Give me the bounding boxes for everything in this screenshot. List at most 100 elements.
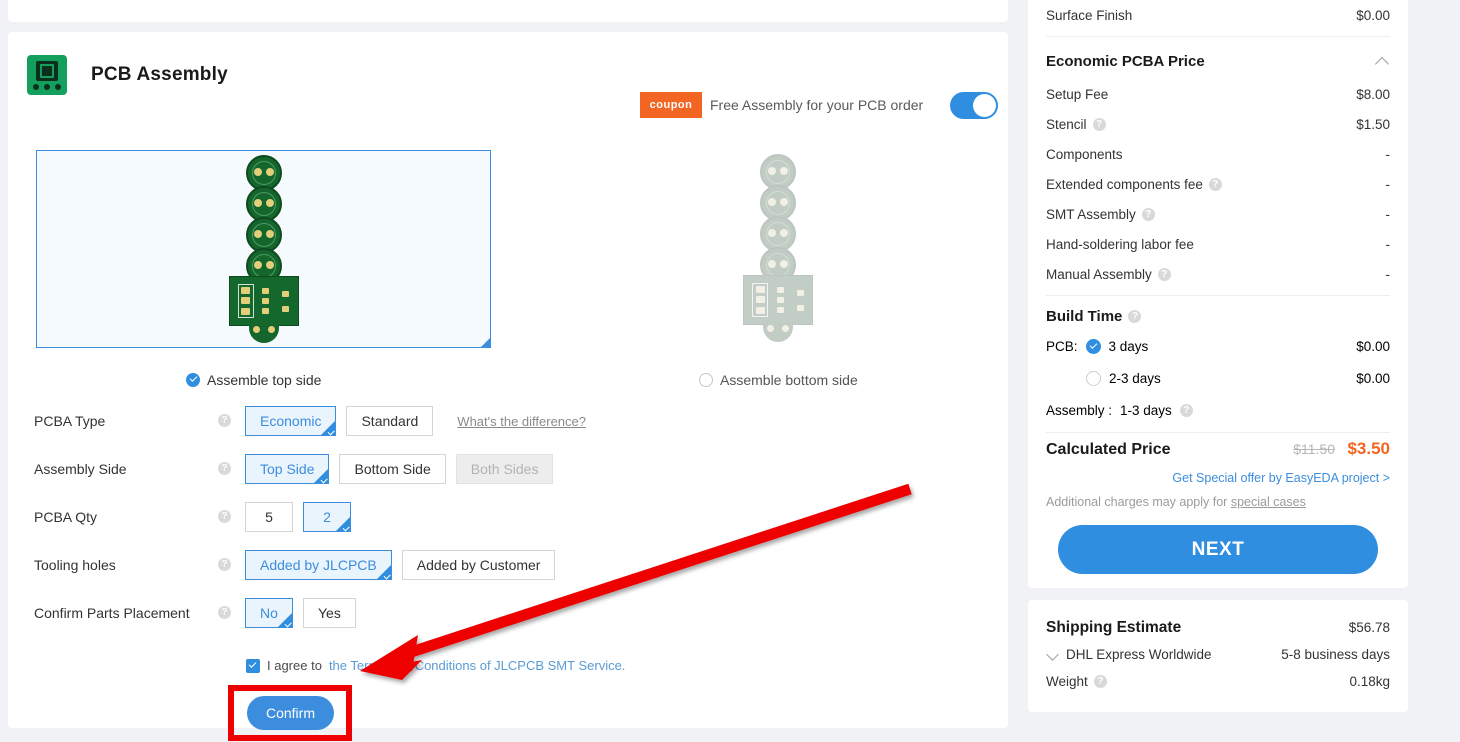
row-components: Components - (1046, 139, 1390, 169)
label-manual-assembly: Manual Assembly (1046, 266, 1152, 282)
option-qty-5[interactable]: 5 (245, 502, 293, 532)
row-assembly-side: Assembly Side ? Top Side Bottom Side Bot… (8, 454, 1008, 484)
row-hand-soldering-labor-fee: Hand-soldering labor fee - (1046, 229, 1390, 259)
check-icon (328, 427, 335, 435)
divider (1046, 36, 1390, 37)
card-header: PCB Assembly coupon Free Assembly for yo… (8, 32, 1008, 119)
terms-agreement-row: I agree to the Terms and Conditions of J… (246, 658, 625, 673)
label-components: Components (1046, 146, 1123, 162)
option-economic[interactable]: Economic (245, 406, 337, 436)
assembly-time-row: Assembly : 1-3 days ? (1046, 394, 1390, 426)
controls-pcba-qty: 5 2 (245, 502, 351, 532)
option-no[interactable]: No (245, 598, 293, 628)
controls-pcba-type: Economic Standard What's the difference? (245, 406, 586, 436)
help-icon-assembly-side[interactable]: ? (218, 462, 231, 475)
option-top-side-label: Top Side (260, 461, 315, 477)
label-2-3-days: 2-3 days (1109, 370, 1161, 386)
option-standard[interactable]: Standard (346, 406, 434, 436)
option-both-sides-label: Both Sides (470, 461, 539, 477)
controls-tooling-holes: Added by JLCPCB Added by Customer (245, 550, 556, 580)
build-time-header: Build Time ? (1046, 302, 1390, 330)
value-3-days: $0.00 (1356, 338, 1390, 354)
chevron-down-icon[interactable] (1046, 648, 1060, 662)
row-stencil: Stencil ? $1.50 (1046, 109, 1390, 139)
option-added-by-jlcpcb-label: Added by JLCPCB (260, 557, 377, 573)
radio-assemble-bottom-side[interactable]: Assemble bottom side (699, 372, 858, 388)
radio-selected-icon (1085, 338, 1101, 354)
radio-assemble-top-side[interactable]: Assemble top side (186, 372, 321, 388)
pcb-preview-bottom-side[interactable] (698, 150, 858, 348)
help-icon-weight[interactable]: ? (1093, 675, 1107, 688)
option-yes-label: Yes (318, 605, 341, 621)
option-added-by-customer-label: Added by Customer (416, 557, 541, 573)
confirm-button[interactable]: Confirm (247, 696, 334, 730)
assemble-side-radios: Assemble top side Assemble bottom side (8, 372, 1008, 390)
radio-label-bottom: Assemble bottom side (720, 372, 858, 388)
agree-checkbox[interactable] (246, 658, 260, 673)
divider (1046, 432, 1390, 433)
help-icon-build-time[interactable]: ? (1128, 309, 1142, 323)
help-icon-assembly-time[interactable]: ? (1179, 403, 1193, 417)
free-assembly-toggle[interactable] (950, 92, 998, 119)
pcb-render-bottom (718, 150, 838, 345)
pcb-preview-top-side[interactable] (36, 150, 491, 348)
shipping-estimate-header: Shipping Estimate $56.78 (1046, 614, 1390, 641)
help-icon-confirm-parts[interactable]: ? (218, 606, 231, 619)
next-button[interactable]: NEXT (1058, 525, 1378, 574)
option-top-side[interactable]: Top Side (245, 454, 330, 484)
terms-link[interactable]: the Terms and Conditions of JLCPCB SMT S… (329, 658, 625, 673)
page-title: PCB Assembly (91, 64, 228, 85)
option-qty-2[interactable]: 2 (303, 502, 351, 532)
radio-unselected-icon (1086, 370, 1101, 386)
build-time-option-2-3days[interactable]: 2-3 days $0.00 (1046, 362, 1390, 394)
option-both-sides: Both Sides (455, 454, 554, 484)
option-qty-5-label: 5 (265, 509, 273, 525)
resize-handle[interactable] (481, 338, 490, 347)
whats-the-difference-link[interactable]: What's the difference? (457, 414, 586, 429)
row-confirm-parts-placement: Confirm Parts Placement ? No Yes (8, 598, 1008, 628)
option-bottom-side[interactable]: Bottom Side (339, 454, 446, 484)
value-smt-assembly: - (1385, 206, 1391, 222)
label-calculated-price: Calculated Price (1046, 441, 1171, 458)
value-manual-assembly: - (1385, 266, 1391, 282)
old-price: $11.50 (1293, 441, 1335, 457)
option-economic-label: Economic (260, 413, 322, 429)
special-cases-link[interactable]: special cases (1231, 495, 1306, 509)
label-3-days: 3 days (1108, 338, 1149, 354)
additional-charges-note: Additional charges may apply for special… (1046, 495, 1390, 509)
coupon-text: Free Assembly for your PCB order (710, 97, 924, 113)
label-smt-assembly: SMT Assembly (1046, 206, 1136, 222)
radio-label-top: Assemble top side (207, 372, 322, 388)
row-extended-components-fee: Extended components fee ? - (1046, 169, 1390, 199)
help-icon-stencil[interactable]: ? (1092, 117, 1106, 131)
help-icon-pcba-type[interactable]: ? (218, 414, 231, 427)
build-time-option-3days[interactable]: PCB: 3 days $0.00 (1046, 330, 1390, 362)
value-stencil: $1.50 (1356, 116, 1390, 132)
value-weight: 0.18kg (1349, 674, 1390, 689)
help-icon-smt-assembly[interactable]: ? (1141, 207, 1155, 221)
section-title-economic-pcba: Economic PCBA Price (1046, 52, 1205, 70)
chevron-up-icon[interactable] (1376, 54, 1390, 68)
coupon-badge: coupon (640, 92, 702, 118)
help-icon-manual-assembly[interactable]: ? (1157, 267, 1171, 281)
label-shipping-estimate: Shipping Estimate (1046, 618, 1182, 636)
check-icon (342, 523, 350, 531)
option-added-by-customer[interactable]: Added by Customer (401, 550, 556, 580)
option-bottom-side-label: Bottom Side (354, 461, 431, 477)
check-icon (383, 571, 391, 579)
value-shipping-price: $56.78 (1348, 620, 1390, 635)
help-icon-extended-components[interactable]: ? (1208, 177, 1222, 191)
help-icon-pcba-qty[interactable]: ? (218, 510, 231, 523)
help-icon-tooling-holes[interactable]: ? (218, 558, 231, 571)
economic-pcba-price-header[interactable]: Economic PCBA Price (1046, 43, 1390, 79)
agree-prefix: I agree to (267, 658, 322, 673)
value-2-3-days: $0.00 (1356, 370, 1390, 386)
check-icon (284, 619, 292, 627)
easyeda-special-offer-link[interactable]: Get Special offer by EasyEDA project > (1046, 471, 1390, 485)
option-added-by-jlcpcb[interactable]: Added by JLCPCB (245, 550, 392, 580)
shipping-weight-row: Weight ? 0.18kg (1046, 668, 1390, 695)
option-yes[interactable]: Yes (303, 598, 356, 628)
row-smt-assembly: SMT Assembly ? - (1046, 199, 1390, 229)
additional-charges-text: Additional charges may apply for (1046, 495, 1231, 509)
shipping-carrier-row[interactable]: DHL Express Worldwide 5-8 business days (1046, 641, 1390, 668)
